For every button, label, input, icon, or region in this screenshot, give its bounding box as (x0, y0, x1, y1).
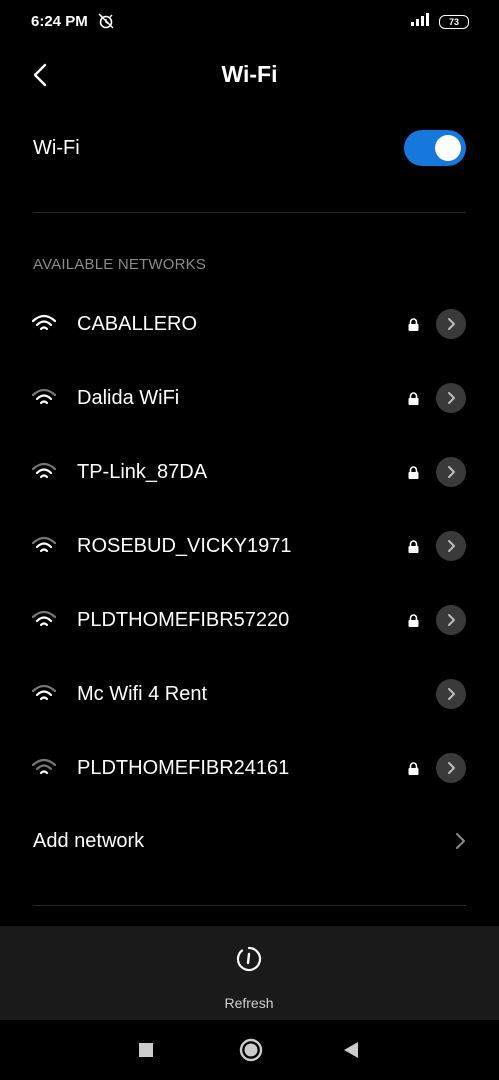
status-bar: 6:24 PM 73 (0, 0, 499, 44)
network-row[interactable]: TP-Link_87DA (0, 436, 499, 510)
lock-icon (408, 540, 419, 553)
lock-icon (408, 318, 419, 331)
network-row[interactable]: PLDTHOMEFIBR24161 (0, 732, 499, 806)
chevron-right-icon (448, 466, 455, 478)
toggle-knob (435, 135, 461, 161)
network-details-button[interactable] (436, 531, 466, 561)
network-details-button[interactable] (436, 383, 466, 413)
nav-back-button[interactable] (343, 1041, 359, 1064)
wifi-toggle-row[interactable]: Wi-Fi (33, 124, 466, 172)
network-details-button[interactable] (436, 679, 466, 709)
lock-icon (408, 614, 419, 627)
recent-apps-button[interactable] (138, 1042, 154, 1063)
network-name: Mc Wifi 4 Rent (77, 683, 208, 705)
divider (33, 905, 466, 906)
wifi-signal-icon (31, 684, 57, 704)
network-list: CABALLERO Dalida WiFi TP-Link_87DA ROSEB… (0, 288, 499, 806)
wifi-signal-icon (31, 388, 57, 408)
page-title: Wi-Fi (221, 61, 278, 87)
network-name: TP-Link_87DA (77, 461, 208, 483)
network-name: CABALLERO (77, 313, 198, 335)
lock-icon (408, 392, 419, 405)
chevron-right-icon (448, 688, 455, 700)
wifi-signal-icon (31, 610, 57, 630)
network-row[interactable]: Mc Wifi 4 Rent (0, 658, 499, 732)
wifi-signal-icon (31, 462, 57, 482)
chevron-right-icon (448, 392, 455, 404)
network-row[interactable]: CABALLERO (0, 288, 499, 362)
wifi-signal-icon (31, 758, 57, 778)
network-name: Dalida WiFi (77, 387, 180, 409)
network-details-button[interactable] (436, 309, 466, 339)
triangle-icon (344, 1042, 358, 1058)
chevron-right-icon (448, 318, 455, 330)
network-row[interactable]: PLDTHOMEFIBR57220 (0, 584, 499, 658)
chevron-right-icon (448, 762, 455, 774)
status-time: 6:24 PM (31, 13, 88, 30)
system-nav-bar (0, 1020, 499, 1080)
network-row[interactable]: ROSEBUD_VICKY1971 (0, 510, 499, 584)
add-network-label: Add network (33, 830, 145, 852)
network-details-button[interactable] (436, 753, 466, 783)
chevron-right-icon (448, 614, 455, 626)
refresh-label: Refresh (224, 995, 274, 1011)
square-icon (139, 1043, 153, 1057)
network-details-button[interactable] (436, 605, 466, 635)
refresh-icon (236, 946, 262, 977)
lock-icon (408, 466, 419, 479)
wifi-toggle-switch[interactable] (404, 130, 466, 166)
wifi-signal-icon (31, 314, 57, 334)
chevron-right-icon (454, 832, 466, 855)
home-button[interactable] (239, 1038, 263, 1067)
available-networks-heading: AVAILABLE NETWORKS (33, 256, 207, 273)
network-row[interactable]: Dalida WiFi (0, 362, 499, 436)
battery-indicator: 73 (439, 15, 469, 29)
circle-icon (239, 1038, 263, 1062)
bottom-toolbar: Refresh (0, 926, 499, 1020)
alarm-off-icon (97, 12, 115, 35)
add-network-row[interactable]: Add network (33, 820, 466, 864)
refresh-button[interactable]: Refresh (199, 942, 299, 1011)
status-right: 73 (411, 13, 469, 31)
wifi-signal-icon (31, 536, 57, 556)
cellular-signal-icon (411, 13, 431, 31)
network-name: PLDTHOMEFIBR24161 (77, 757, 290, 779)
chevron-right-icon (448, 540, 455, 552)
network-details-button[interactable] (436, 457, 466, 487)
network-name: PLDTHOMEFIBR57220 (77, 609, 290, 631)
divider (33, 212, 466, 213)
lock-icon (408, 762, 419, 775)
network-name: ROSEBUD_VICKY1971 (77, 535, 292, 557)
header: Wi-Fi (0, 52, 499, 98)
wifi-toggle-label: Wi-Fi (33, 137, 80, 159)
